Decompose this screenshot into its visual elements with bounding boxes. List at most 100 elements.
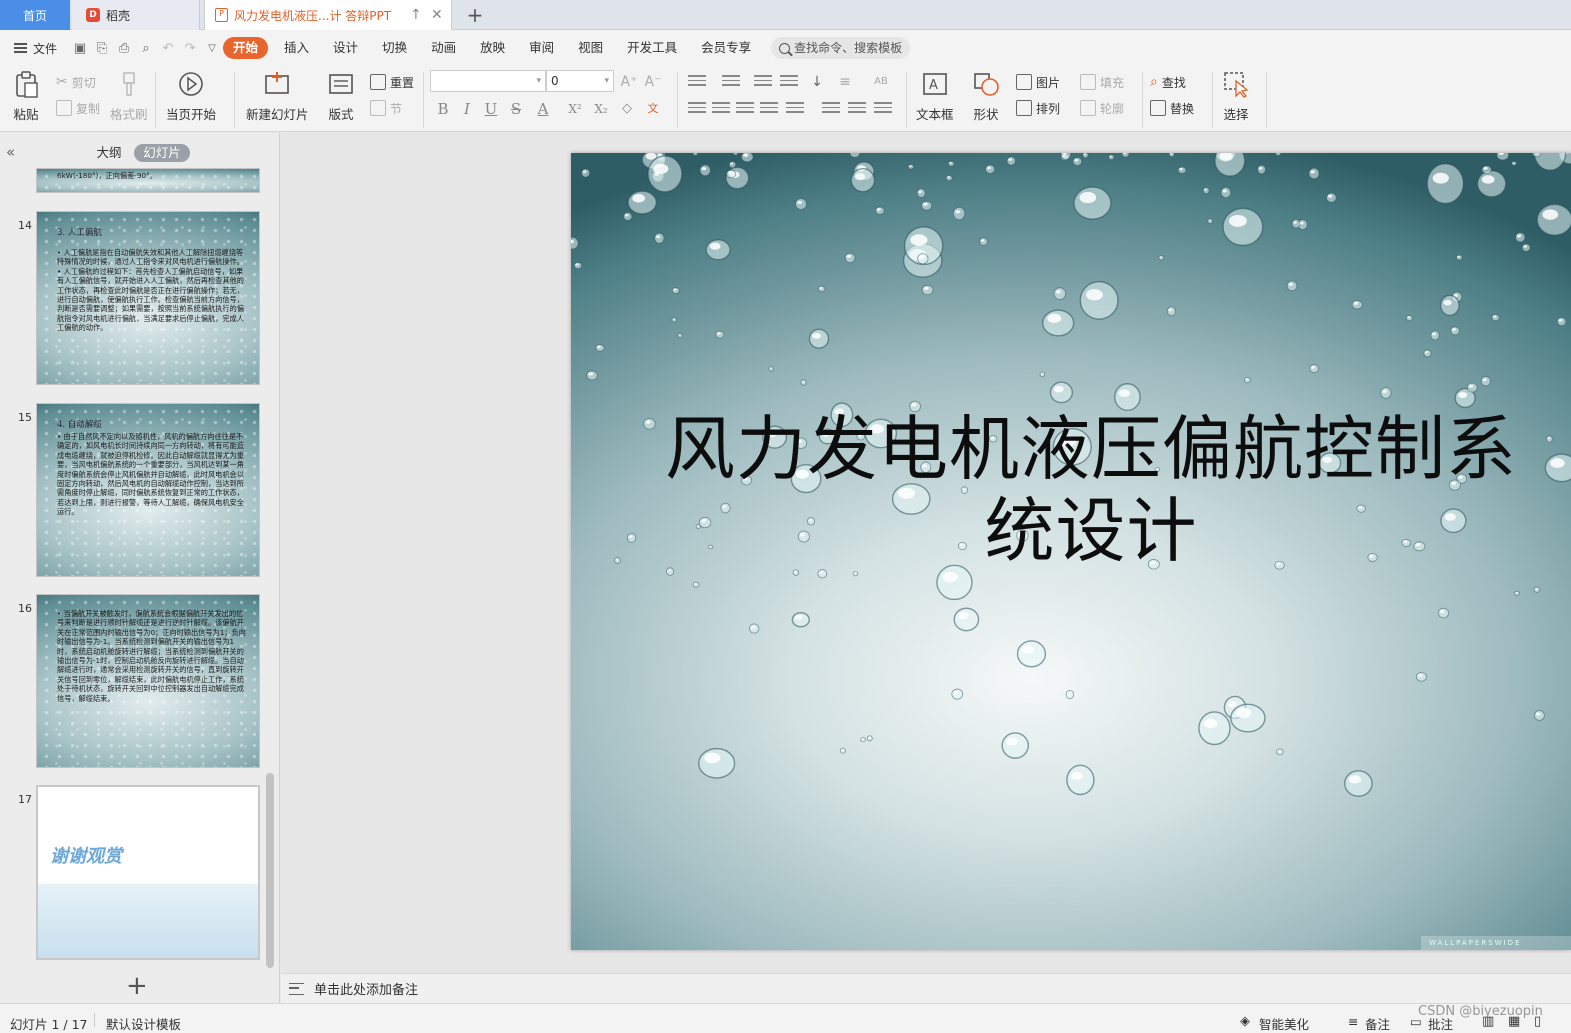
text-box-button[interactable]: A 文本框 <box>916 70 954 123</box>
menu-tab-membership[interactable]: 会员专享 <box>689 37 763 59</box>
new-slide-button[interactable]: 新建幻灯片 <box>246 70 309 123</box>
menu-tab-animation[interactable]: 动画 <box>419 37 468 59</box>
notes-input[interactable]: 单击此处添加备注 <box>281 973 1571 1003</box>
menu-tab-home[interactable]: 开始 <box>223 37 269 59</box>
menu-tab-design[interactable]: 设计 <box>321 37 370 59</box>
paragraph-spacing-icon[interactable] <box>874 102 892 116</box>
menu-tab-view[interactable]: 视图 <box>566 37 615 59</box>
shape-button[interactable]: 形状 <box>972 70 1000 123</box>
ribbon-divider <box>677 72 678 128</box>
increase-font-icon[interactable]: A⁺ <box>618 71 640 93</box>
find-button[interactable]: ⌕ 查找 <box>1150 72 1186 92</box>
font-name-select[interactable]: ▾ <box>430 70 546 92</box>
font-color-icon[interactable]: A <box>532 98 554 120</box>
export-icon[interactable]: ⎘ <box>91 37 113 59</box>
slide-thumbnail-14[interactable]: 3. 人工偏航 • 人工偏航是指在自动偏航失效和其他人工解除扭缆缠绕等特殊情况的… <box>36 211 260 385</box>
menu-tab-insert[interactable]: 插入 <box>272 37 321 59</box>
slide-thumbnail-16[interactable]: • 当偏航开关被触发时，偏航系统会根据偏航开关发出的信号来判断是进行顺时针解缆还… <box>36 594 260 768</box>
print-icon[interactable]: ⎙ <box>113 37 135 59</box>
play-from-current-button[interactable]: 当页开始 <box>166 70 216 123</box>
slide-thumbnail-17[interactable]: 谢谢观赏 <box>36 785 260 960</box>
align-left-icon[interactable] <box>688 102 706 116</box>
file-menu[interactable]: 文件 <box>14 40 57 57</box>
phonetic-guide-icon[interactable]: 文 <box>642 98 664 120</box>
command-search-input[interactable]: 查找命令、搜索模板 <box>771 37 911 59</box>
justify-icon[interactable] <box>760 102 778 116</box>
clear-format-icon[interactable]: ◇ <box>616 98 638 120</box>
menu-tab-review[interactable]: 审阅 <box>517 37 566 59</box>
distribute-icon[interactable] <box>786 102 804 116</box>
customize-quick-access-icon[interactable]: ▽ <box>201 37 223 59</box>
replace-button[interactable]: 替换 <box>1150 98 1194 118</box>
redo-icon[interactable]: ↷ <box>179 37 201 59</box>
notes-placeholder: 单击此处添加备注 <box>314 983 419 998</box>
slide-thumbnail-13[interactable]: 6kW(-180°)，正向偏差-90°。 <box>36 168 260 193</box>
undo-icon[interactable]: ↶ <box>157 37 179 59</box>
water-drop <box>1177 166 1187 174</box>
vertical-align-icon[interactable] <box>848 102 866 116</box>
columns-icon[interactable] <box>822 102 840 116</box>
subscript-icon[interactable]: X₂ <box>590 98 612 120</box>
water-drop <box>1415 672 1427 682</box>
underline-icon[interactable]: U <box>480 98 502 120</box>
align-center-icon[interactable] <box>712 102 730 116</box>
bold-icon[interactable]: B <box>432 98 454 120</box>
thumbnail-scrollbar[interactable] <box>266 773 274 968</box>
status-divider <box>94 1013 95 1027</box>
font-size-select[interactable]: 0 ▾ <box>546 70 614 92</box>
current-slide[interactable]: 风力发电机液压偏航控制系统设计 WALLPAPERSWIDE <box>571 153 1571 950</box>
water-drop <box>1532 153 1542 158</box>
water-drop <box>654 232 665 244</box>
slide-title[interactable]: 风力发电机液压偏航控制系统设计 <box>651 408 1531 572</box>
menu-tab-developer[interactable]: 开发工具 <box>615 37 689 59</box>
picture-button[interactable]: 图片 <box>1016 72 1060 92</box>
close-tab-icon[interactable]: ✕ <box>431 7 443 23</box>
add-slide-button[interactable]: + <box>126 973 148 999</box>
tab-document[interactable]: P 风力发电机液压...计 答辩PPT ↑ ✕ <box>204 0 452 30</box>
slide-number: 16 <box>18 602 32 615</box>
text-direction-icon[interactable]: AB <box>870 71 892 93</box>
select-button[interactable]: 选择 <box>1222 70 1250 123</box>
strikethrough-icon[interactable]: S <box>505 98 527 120</box>
bullet-list-icon[interactable] <box>688 75 706 89</box>
paste-button[interactable]: 粘贴 <box>12 70 40 123</box>
tab-docer[interactable]: D 稻壳 <box>72 0 200 30</box>
fill-button[interactable]: 填充 <box>1080 72 1124 92</box>
copy-button[interactable]: 复制 <box>56 98 100 118</box>
slide-thumbnail-15[interactable]: 4. 自动解缆 • 由于自然风不定向以及随机性，风机的偏航方向往往是不确定的，如… <box>36 403 260 577</box>
section-button[interactable]: 节 <box>370 98 402 118</box>
arrange-button[interactable]: 排列 <box>1016 98 1060 118</box>
menu-tab-transition[interactable]: 切换 <box>370 37 419 59</box>
italic-icon[interactable]: I <box>456 98 478 120</box>
tab-slides[interactable]: 幻灯片 <box>134 144 190 162</box>
template-name[interactable]: 默认设计模板 <box>106 1014 181 1033</box>
cut-button[interactable]: ✂ 剪切 <box>56 72 96 92</box>
pin-tab-icon[interactable]: ↑ <box>410 7 422 23</box>
format-painter-button[interactable]: 格式刷 <box>110 70 148 123</box>
water-drop <box>692 581 700 588</box>
save-icon[interactable]: ▣ <box>69 37 91 59</box>
smart-beautify-button[interactable]: 智能美化 <box>1259 1014 1309 1033</box>
print-preview-icon[interactable]: ⌕ <box>135 37 157 59</box>
collapse-panel-icon[interactable]: « <box>6 143 15 161</box>
outline-button[interactable]: 轮廓 <box>1080 98 1124 118</box>
reset-button[interactable]: 重置 <box>370 72 414 92</box>
tab-home[interactable]: 首页 <box>0 0 70 30</box>
notes-toggle-button[interactable]: 备注 <box>1365 1014 1390 1033</box>
align-right-icon[interactable] <box>736 102 754 116</box>
numbered-list-icon[interactable] <box>722 75 740 89</box>
new-tab-button[interactable]: + <box>466 0 484 30</box>
menu-tab-slideshow[interactable]: 放映 <box>468 37 517 59</box>
ribbon-divider <box>1212 72 1213 128</box>
slide-thumbnail-text: • 人工偏航是指在自动偏航失效和其他人工解除扭缆缠绕等特殊情况的时候，通过人工指… <box>57 248 244 333</box>
increase-indent-icon[interactable] <box>780 75 798 89</box>
scissors-icon: ✂ <box>56 74 68 90</box>
line-spacing-icon[interactable]: ≡ <box>834 71 856 93</box>
decrease-indent-icon[interactable] <box>754 75 772 89</box>
sort-icon[interactable]: ↓ <box>806 71 828 93</box>
tab-outline[interactable]: 大纲 <box>88 144 130 162</box>
slide-number: 17 <box>18 793 32 806</box>
layout-button[interactable]: 版式 <box>327 70 355 123</box>
decrease-font-icon[interactable]: A⁻ <box>642 71 664 93</box>
superscript-icon[interactable]: X² <box>564 98 586 120</box>
